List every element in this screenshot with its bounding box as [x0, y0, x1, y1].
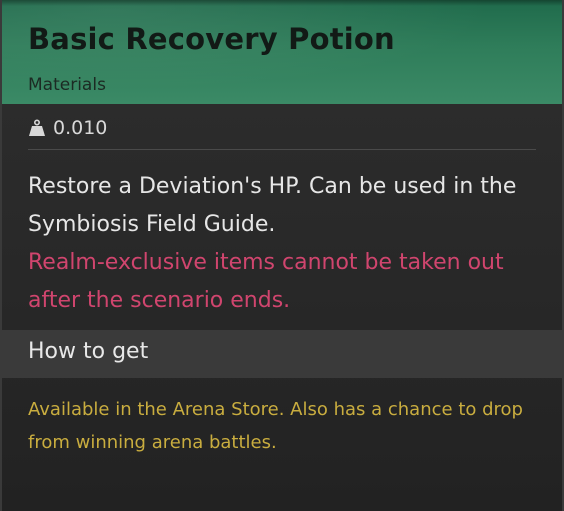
- realm-warning-text: Realm-exclusive items cannot be taken ou…: [28, 250, 504, 313]
- item-header: Basic Recovery Potion Materials: [2, 0, 562, 104]
- item-description: Restore a Deviation's HP. Can be used in…: [28, 174, 517, 237]
- weight-icon: [28, 119, 46, 137]
- acquisition-source-text: Available in the Arena Store. Also has a…: [28, 399, 523, 453]
- divider: [28, 149, 536, 150]
- header-top-fade: [2, 0, 562, 6]
- item-tooltip-panel: Basic Recovery Potion Materials 0.010 Re…: [0, 0, 564, 511]
- item-title: Basic Recovery Potion: [28, 22, 395, 56]
- weight-row: 0.010: [28, 114, 107, 142]
- item-category: Materials: [28, 75, 106, 95]
- how-to-get-label: How to get: [28, 339, 149, 364]
- weight-value: 0.010: [53, 117, 108, 139]
